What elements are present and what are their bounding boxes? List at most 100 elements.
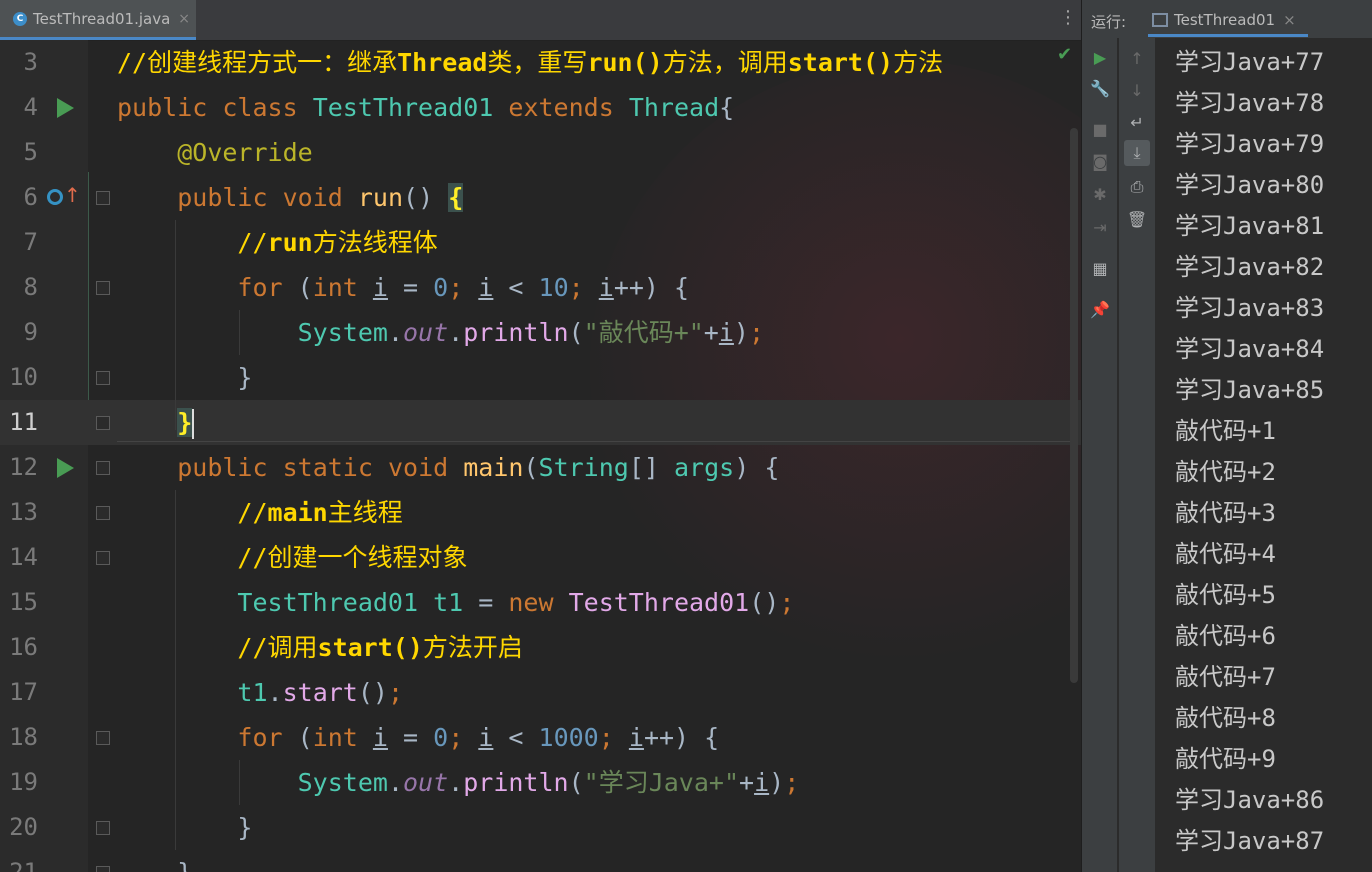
code-text: } <box>117 850 192 872</box>
line-number: 13 <box>9 498 38 526</box>
console-line: 敲代码+6 <box>1175 622 1276 650</box>
code-line: 7 //run方法线程体 <box>0 220 1081 265</box>
run-toolbar-left: ▶ 🔧 ■ ◙ ✱ ⇥ ▦ 📌 <box>1082 38 1117 872</box>
line-number: 6 <box>23 183 38 211</box>
run-tab-testthread01[interactable]: TestThread01 × <box>1148 6 1308 37</box>
soft-wrap-icon[interactable]: ↵ <box>1126 111 1148 133</box>
fold-icon[interactable] <box>96 731 110 745</box>
code-line: 16 //调用start()方法开启 <box>0 625 1081 670</box>
editor-tab-label: TestThread01.java <box>33 9 171 28</box>
indent-guide <box>239 760 240 805</box>
arrow-up-icon[interactable]: ↑ <box>1126 47 1148 69</box>
code-text: } <box>237 363 253 392</box>
print-icon[interactable]: ⎙ <box>1126 176 1148 198</box>
scroll-to-end-icon[interactable]: ⤓ <box>1124 140 1150 166</box>
fold-icon[interactable] <box>96 281 110 295</box>
console-line: 学习Java+82 <box>1175 253 1325 281</box>
console-line: 敲代码+7 <box>1175 663 1276 691</box>
code-text: } <box>237 813 253 842</box>
run-panel: 运行: TestThread01 × ▶ 🔧 ■ ◙ ✱ ⇥ ▦ 📌 ↑ ↓ ↵… <box>1081 0 1372 872</box>
console-line: 敲代码+9 <box>1175 745 1276 773</box>
code-text: //调用start()方法开启 <box>237 633 523 662</box>
indent-guide <box>239 310 240 355</box>
line-number: 21 <box>9 858 38 872</box>
editor-tab-testthread01[interactable]: C TestThread01.java × <box>0 0 196 40</box>
code-text: @Override <box>177 138 313 167</box>
fold-icon[interactable] <box>96 191 110 205</box>
run-class-icon[interactable] <box>57 98 74 118</box>
line-number: 12 <box>9 453 38 481</box>
code-line: 19 System.out.println("学习Java+"+i); <box>0 760 1081 805</box>
line-number: 20 <box>9 813 38 841</box>
line-number: 17 <box>9 678 38 706</box>
run-label: 运行: <box>1091 13 1127 31</box>
code-line: 20 } <box>0 805 1081 850</box>
line-number: 15 <box>9 588 38 616</box>
code-line: 12 public static void main(String[] args… <box>0 445 1081 490</box>
fold-icon[interactable] <box>96 461 110 475</box>
layout-icon[interactable]: ▦ <box>1089 257 1111 279</box>
line-number: 9 <box>23 318 38 346</box>
close-icon[interactable]: × <box>1283 11 1296 29</box>
console-line: 学习Java+80 <box>1175 171 1325 199</box>
line-number: 4 <box>23 93 38 121</box>
fold-icon[interactable] <box>96 866 110 872</box>
more-options-icon[interactable]: ⋮ <box>1059 8 1077 28</box>
line-number: 8 <box>23 273 38 301</box>
code-line: 4 public class TestThread01 extends Thre… <box>0 85 1081 130</box>
camera-icon[interactable]: ◙ <box>1089 150 1111 172</box>
run-icon[interactable]: ▶ <box>1089 46 1111 68</box>
editor-scrollbar[interactable] <box>1070 128 1078 683</box>
stop-icon[interactable]: ■ <box>1089 118 1111 140</box>
console-line: 学习Java+85 <box>1175 376 1325 404</box>
code-line: 6 ↑ public void run() { <box>0 175 1081 220</box>
line-number: 16 <box>9 633 38 661</box>
method-separator <box>117 441 1077 442</box>
console-icon <box>1152 13 1168 27</box>
close-icon[interactable]: × <box>178 11 190 27</box>
code-text: for (int i = 0; i < 10; i++) { <box>237 273 690 302</box>
console-line: 敲代码+2 <box>1175 458 1276 486</box>
line-number: 11 <box>9 408 38 436</box>
code-line: 18 for (int i = 0; i < 1000; i++) { <box>0 715 1081 760</box>
console-line: 敲代码+3 <box>1175 499 1276 527</box>
fold-icon[interactable] <box>96 416 110 430</box>
editor: C TestThread01.java × ⋮ 3 //创建线程方式一：继承Th… <box>0 0 1081 872</box>
trash-icon[interactable]: 🗑 <box>1126 208 1148 230</box>
run-main-icon[interactable] <box>57 458 74 478</box>
console-line: 敲代码+4 <box>1175 540 1276 568</box>
console-line: 学习Java+84 <box>1175 335 1325 363</box>
console-line: 学习Java+78 <box>1175 89 1325 117</box>
text-caret <box>192 409 195 439</box>
fold-icon[interactable] <box>96 506 110 520</box>
editor-tab-bar: C TestThread01.java × ⋮ <box>0 0 1081 41</box>
fold-icon[interactable] <box>96 821 110 835</box>
code-line: 8 for (int i = 0; i < 10; i++) { <box>0 265 1081 310</box>
fold-icon[interactable] <box>96 371 110 385</box>
fold-icon[interactable] <box>96 551 110 565</box>
code-text: public class TestThread01 extends Thread… <box>117 93 735 122</box>
java-class-icon: C <box>13 11 27 26</box>
checkmark-icon[interactable]: ✔ <box>1057 44 1072 65</box>
console-line: 学习Java+81 <box>1175 212 1325 240</box>
line-number: 14 <box>9 543 38 571</box>
code-line: 10 } <box>0 355 1081 400</box>
debug-icon[interactable]: ✱ <box>1089 183 1111 205</box>
code-line: 9 System.out.println("敲代码+"+i); <box>0 310 1081 355</box>
exit-icon[interactable]: ⇥ <box>1089 216 1111 238</box>
code-area[interactable]: 3 //创建线程方式一：继承Thread类，重写run()方法，调用start(… <box>0 40 1081 872</box>
code-line: 17 t1.start(); <box>0 670 1081 715</box>
code-text: for (int i = 0; i < 1000; i++) { <box>237 723 720 752</box>
indent-guide <box>175 220 176 430</box>
code-text: //main主线程 <box>237 498 403 527</box>
console-line: 学习Java+83 <box>1175 294 1325 322</box>
line-number: 5 <box>23 138 38 166</box>
arrow-down-icon[interactable]: ↓ <box>1126 79 1148 101</box>
console-line: 学习Java+86 <box>1175 786 1325 814</box>
console-output[interactable]: 学习Java+77 学习Java+78 学习Java+79 学习Java+80 … <box>1155 38 1372 872</box>
console-line: 学习Java+87 <box>1175 827 1325 855</box>
pin-icon[interactable]: 📌 <box>1089 298 1111 320</box>
wrench-icon[interactable]: 🔧 <box>1089 77 1111 99</box>
code-text: TestThread01 t1 = new TestThread01(); <box>237 588 795 617</box>
override-icon[interactable] <box>47 189 63 205</box>
